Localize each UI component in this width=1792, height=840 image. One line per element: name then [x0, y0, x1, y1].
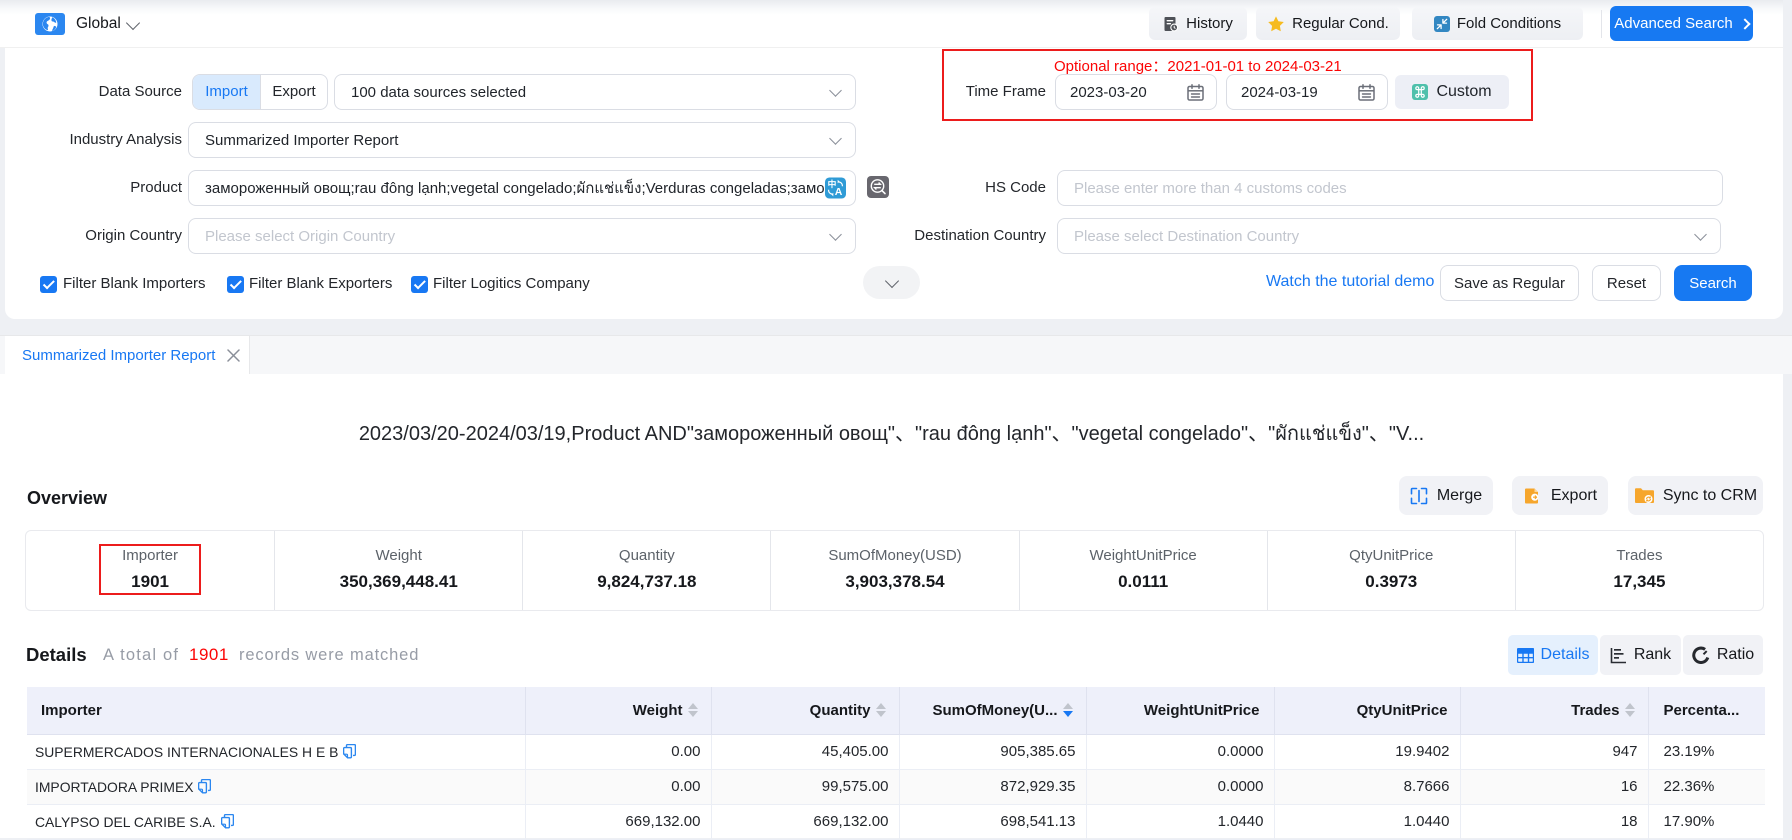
svg-text:A: A — [835, 186, 843, 198]
